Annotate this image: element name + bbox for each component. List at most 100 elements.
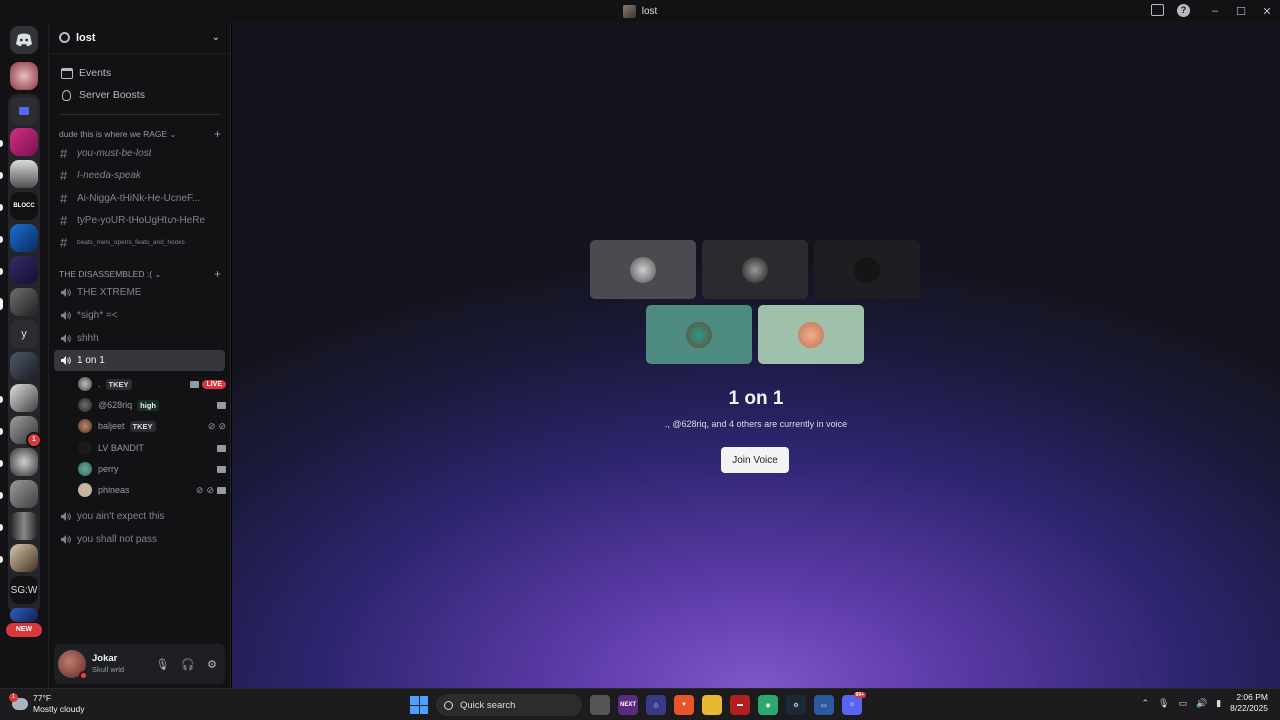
weather-widget[interactable]: 1 77°F Mostly cloudy bbox=[9, 693, 85, 715]
hash-icon: # bbox=[60, 213, 68, 228]
volume-icon[interactable]: 🔊 bbox=[1196, 698, 1207, 709]
category-header[interactable]: THE DISASSEMBLED :( ⌄ + bbox=[59, 267, 221, 281]
channel-name: beats_mels_opens_feats_and_hooks bbox=[77, 239, 185, 246]
brave-browser-icon[interactable]: ▼ bbox=[674, 695, 694, 715]
weather-desc: Mostly cloudy bbox=[33, 704, 85, 714]
events-item[interactable]: Events bbox=[57, 63, 223, 83]
server-avatar[interactable] bbox=[10, 544, 38, 572]
app-icon[interactable]: ◉ bbox=[758, 695, 778, 715]
discord-home-button[interactable] bbox=[10, 26, 38, 54]
text-channel[interactable]: # beats_mels_opens_feats_and_hooks bbox=[54, 232, 225, 253]
server-boosts-item[interactable]: Server Boosts bbox=[57, 85, 223, 105]
maximize-button[interactable]: ☐ bbox=[1228, 0, 1254, 22]
server-avatar[interactable] bbox=[10, 384, 38, 412]
steam-icon[interactable]: ⚙ bbox=[786, 695, 806, 715]
windows-start-icon[interactable] bbox=[410, 696, 428, 714]
server-header[interactable]: lost ⌄ bbox=[49, 22, 230, 54]
text-channel[interactable]: # Ai-ÑiggA-tHiÑk-He-UcneF... bbox=[54, 188, 225, 209]
inbox-icon[interactable] bbox=[1151, 4, 1164, 16]
participant-tile[interactable] bbox=[814, 240, 920, 299]
app-icon[interactable]: NEXT bbox=[618, 695, 638, 715]
participant-tile[interactable] bbox=[758, 305, 864, 364]
microphone-icon[interactable]: 🎙 bbox=[1158, 698, 1169, 709]
gear-icon[interactable]: ⚙ bbox=[207, 658, 217, 671]
voice-channel[interactable]: shhh bbox=[54, 328, 225, 349]
battery-icon[interactable]: ▮ bbox=[1216, 698, 1221, 709]
server-avatar[interactable] bbox=[10, 160, 38, 188]
voice-channel[interactable]: you shall not pass bbox=[54, 529, 225, 550]
window-title-text: lost bbox=[641, 5, 658, 17]
unread-indicator bbox=[0, 236, 3, 243]
app-icon[interactable]: ▬ bbox=[730, 695, 750, 715]
guild-tag: high bbox=[137, 399, 159, 411]
server-avatar[interactable] bbox=[10, 288, 38, 316]
voice-channel[interactable]: THE XTREME bbox=[54, 282, 225, 303]
voice-channel-active[interactable]: 1 on 1 bbox=[54, 350, 225, 371]
server-avatar[interactable] bbox=[10, 608, 38, 622]
participant-avatar bbox=[686, 321, 712, 348]
voice-channel[interactable]: *sigh* =< bbox=[54, 305, 225, 326]
help-icon[interactable]: ? bbox=[1177, 4, 1190, 17]
camera-icon bbox=[217, 401, 226, 409]
voice-user[interactable]: LV BANDIT bbox=[78, 438, 226, 458]
voice-user[interactable]: phineas ⊘ ⊘ bbox=[78, 480, 226, 500]
microphone-icon[interactable]: 🎙 bbox=[155, 658, 169, 671]
voice-user[interactable]: baljeet TKEY ⊘ ⊘ bbox=[78, 416, 226, 436]
app-icon[interactable]: ◇ bbox=[646, 695, 666, 715]
remote-desktop-icon[interactable]: ▭ bbox=[814, 695, 834, 715]
headphones-icon[interactable]: 🎧 bbox=[181, 658, 195, 671]
weather-badge: 1 bbox=[9, 693, 18, 702]
text-channel[interactable]: # I-needa-speak bbox=[54, 165, 225, 186]
participant-avatar bbox=[742, 256, 768, 283]
server-avatar[interactable] bbox=[10, 512, 38, 540]
server-avatar[interactable] bbox=[10, 448, 38, 476]
title-bar: lost ? – ☐ ✕ bbox=[0, 0, 1280, 22]
add-channel-icon[interactable]: + bbox=[214, 127, 221, 141]
hash-icon: # bbox=[60, 235, 68, 250]
file-explorer-icon[interactable] bbox=[702, 695, 722, 715]
category-header[interactable]: dude this is where we RAGE ⌄ + bbox=[59, 127, 221, 141]
discord-taskbar-icon[interactable]: ☺ 99+ bbox=[842, 692, 866, 715]
server-initial: y bbox=[21, 328, 27, 340]
channel-name: 1 on 1 bbox=[77, 355, 105, 366]
avatar bbox=[78, 441, 92, 455]
server-avatar[interactable]: BLOCC bbox=[10, 192, 38, 220]
server-avatar[interactable] bbox=[10, 62, 38, 90]
server-avatar[interactable] bbox=[10, 352, 38, 380]
participant-tile[interactable] bbox=[590, 240, 696, 299]
user-avatar[interactable] bbox=[58, 650, 88, 680]
search-box[interactable]: Quick search bbox=[436, 694, 582, 716]
voice-user[interactable]: perry bbox=[78, 459, 226, 479]
voice-user[interactable]: . TKEY LIVE bbox=[78, 374, 226, 394]
text-channel[interactable]: # tyPe-yoUR-tHoUgHtഗ-HeRe bbox=[54, 210, 225, 231]
chevron-up-icon[interactable]: ⌃ bbox=[1142, 698, 1150, 709]
participant-tile[interactable] bbox=[646, 305, 752, 364]
channel-name: you shall not pass bbox=[77, 534, 158, 545]
voice-channel-title: 1 on 1 bbox=[728, 388, 784, 409]
folder-icon[interactable] bbox=[10, 97, 38, 125]
avatar bbox=[78, 462, 92, 476]
add-channel-icon[interactable]: + bbox=[214, 267, 221, 281]
server-avatar-sgw[interactable]: SG:W bbox=[10, 576, 38, 604]
participant-tile[interactable] bbox=[702, 240, 808, 299]
unread-indicator bbox=[0, 268, 3, 275]
server-avatar[interactable] bbox=[10, 256, 38, 284]
server-avatar[interactable] bbox=[10, 128, 38, 156]
server-avatar[interactable] bbox=[10, 480, 38, 508]
minimize-button[interactable]: – bbox=[1202, 0, 1228, 22]
camera-icon bbox=[217, 465, 226, 473]
clock[interactable]: 2:06 PM 8/22/2025 bbox=[1230, 692, 1268, 714]
chevron-down-icon: ⌄ bbox=[154, 269, 162, 279]
join-voice-button[interactable]: Join Voice bbox=[721, 447, 789, 473]
voice-channel[interactable]: you ain't expect this bbox=[54, 506, 225, 527]
network-icon[interactable]: ▭ bbox=[1178, 698, 1187, 709]
window-title: lost bbox=[622, 4, 658, 18]
muted-mic-icon: ⊘ bbox=[207, 420, 216, 431]
text-channel[interactable]: # you-must-be-lost bbox=[54, 143, 225, 164]
server-avatar-y[interactable]: y bbox=[10, 320, 38, 348]
close-button[interactable]: ✕ bbox=[1254, 0, 1280, 22]
server-avatar[interactable] bbox=[10, 224, 38, 252]
task-view-icon[interactable] bbox=[590, 695, 610, 715]
voice-user[interactable]: @628riq high bbox=[78, 395, 226, 415]
server-settings-icon bbox=[59, 32, 70, 43]
